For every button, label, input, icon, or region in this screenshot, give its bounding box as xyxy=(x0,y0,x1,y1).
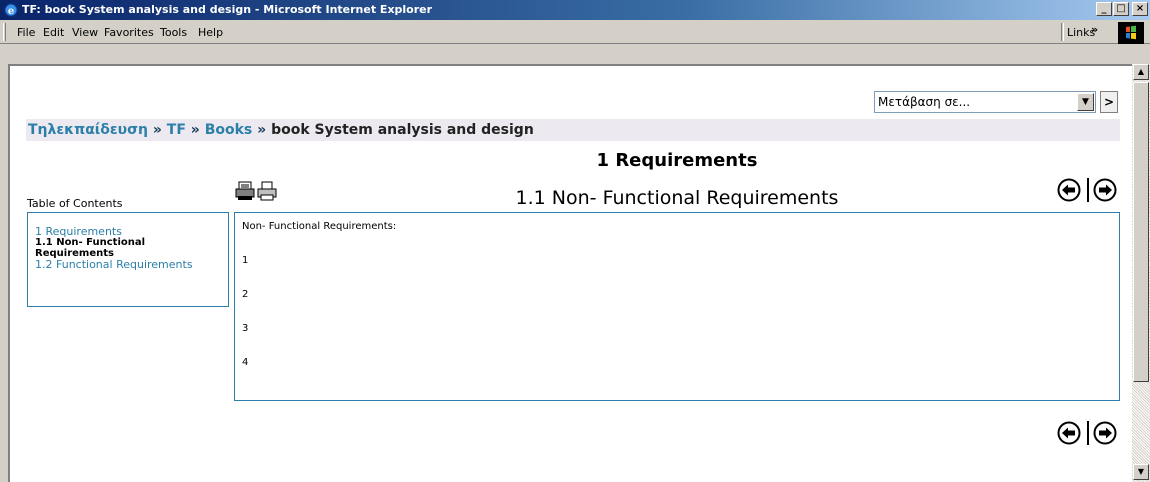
prev-arrow-icon[interactable] xyxy=(1057,421,1081,445)
menu-view[interactable]: View xyxy=(72,26,98,39)
links-chevron-icon[interactable]: » xyxy=(1091,23,1098,36)
browser-window: e TF: book System analysis and design - … xyxy=(0,0,1150,482)
minimize-button[interactable]: _ xyxy=(1096,2,1112,16)
nav-separator xyxy=(1087,178,1089,202)
breadcrumb-separator: » xyxy=(257,122,267,138)
links-separator xyxy=(1061,23,1064,41)
dropdown-arrow-icon[interactable]: ▼ xyxy=(1077,93,1094,111)
toc-panel: 1 Requirements 1.1 Non- Functional Requi… xyxy=(27,212,229,307)
body-text: Non- Functional Requirements: xyxy=(242,221,397,232)
scrollbar-thumb[interactable] xyxy=(1133,82,1149,382)
chapter-title: 1 Requirements xyxy=(596,150,758,171)
body-text: 2 xyxy=(242,289,249,300)
breadcrumb-separator: » xyxy=(190,122,200,138)
svg-text:e: e xyxy=(8,6,14,17)
toc-item-non-functional: 1.1 Non- Functional xyxy=(35,237,146,248)
menu-grip[interactable] xyxy=(3,23,6,41)
print-page-icon[interactable] xyxy=(256,180,278,202)
jump-to-selected: Μετάβαση σε... xyxy=(878,95,971,109)
prev-arrow-icon[interactable] xyxy=(1057,178,1081,202)
vertical-scrollbar[interactable]: ▲ ▼ xyxy=(1132,64,1150,482)
next-arrow-icon[interactable] xyxy=(1093,421,1117,445)
section-title: 1.1 Non- Functional Requirements xyxy=(515,187,839,209)
nav-separator xyxy=(1087,421,1089,445)
breadcrumb-separator: » xyxy=(152,122,162,138)
window-title: TF: book System analysis and design - Mi… xyxy=(22,3,433,16)
body-text: 1 xyxy=(242,255,249,266)
jump-go-button[interactable]: > xyxy=(1100,91,1118,113)
scroll-down-icon[interactable]: ▼ xyxy=(1133,464,1149,480)
breadcrumb-current: book System analysis and design xyxy=(271,122,534,138)
close-button[interactable]: × xyxy=(1132,2,1148,16)
menu-bar: File Edit View Favorites Tools Help Link… xyxy=(0,20,1150,44)
page-content: Μετάβαση σε... ▼ > Τηλεκπαίδευση » TF » … xyxy=(8,64,1132,482)
section-body: Non- Functional Requirements: 1 2 3 4 xyxy=(234,212,1120,401)
breadcrumb-home-link[interactable]: Τηλεκπαίδευση xyxy=(28,122,148,138)
breadcrumb-course-link[interactable]: TF xyxy=(167,122,186,138)
title-bar: e TF: book System analysis and design - … xyxy=(0,0,1150,20)
jump-to-select[interactable]: Μετάβαση σε... ▼ xyxy=(874,91,1096,113)
menu-edit[interactable]: Edit xyxy=(43,26,64,39)
toc-item-requirements[interactable]: 1 Requirements xyxy=(35,226,122,237)
body-text: 3 xyxy=(242,323,249,334)
menu-tools[interactable]: Tools xyxy=(160,26,187,39)
menu-favorites[interactable]: Favorites xyxy=(104,26,154,39)
toc-heading: Table of Contents xyxy=(27,197,123,210)
breadcrumb: Τηλεκπαίδευση » TF » Books » book System… xyxy=(26,119,1120,141)
menu-help[interactable]: Help xyxy=(198,26,223,39)
ie-icon: e xyxy=(4,3,18,17)
body-text: 4 xyxy=(242,357,249,368)
windows-logo-icon xyxy=(1118,22,1144,44)
next-arrow-icon[interactable] xyxy=(1093,178,1117,202)
menu-file[interactable]: File xyxy=(17,26,35,39)
maximize-button[interactable]: □ xyxy=(1113,2,1129,16)
breadcrumb-books-link[interactable]: Books xyxy=(205,122,253,138)
scroll-up-icon[interactable]: ▲ xyxy=(1133,64,1149,80)
toc-item-functional[interactable]: 1.2 Functional Requirements xyxy=(35,259,193,270)
print-book-icon[interactable] xyxy=(234,180,256,202)
